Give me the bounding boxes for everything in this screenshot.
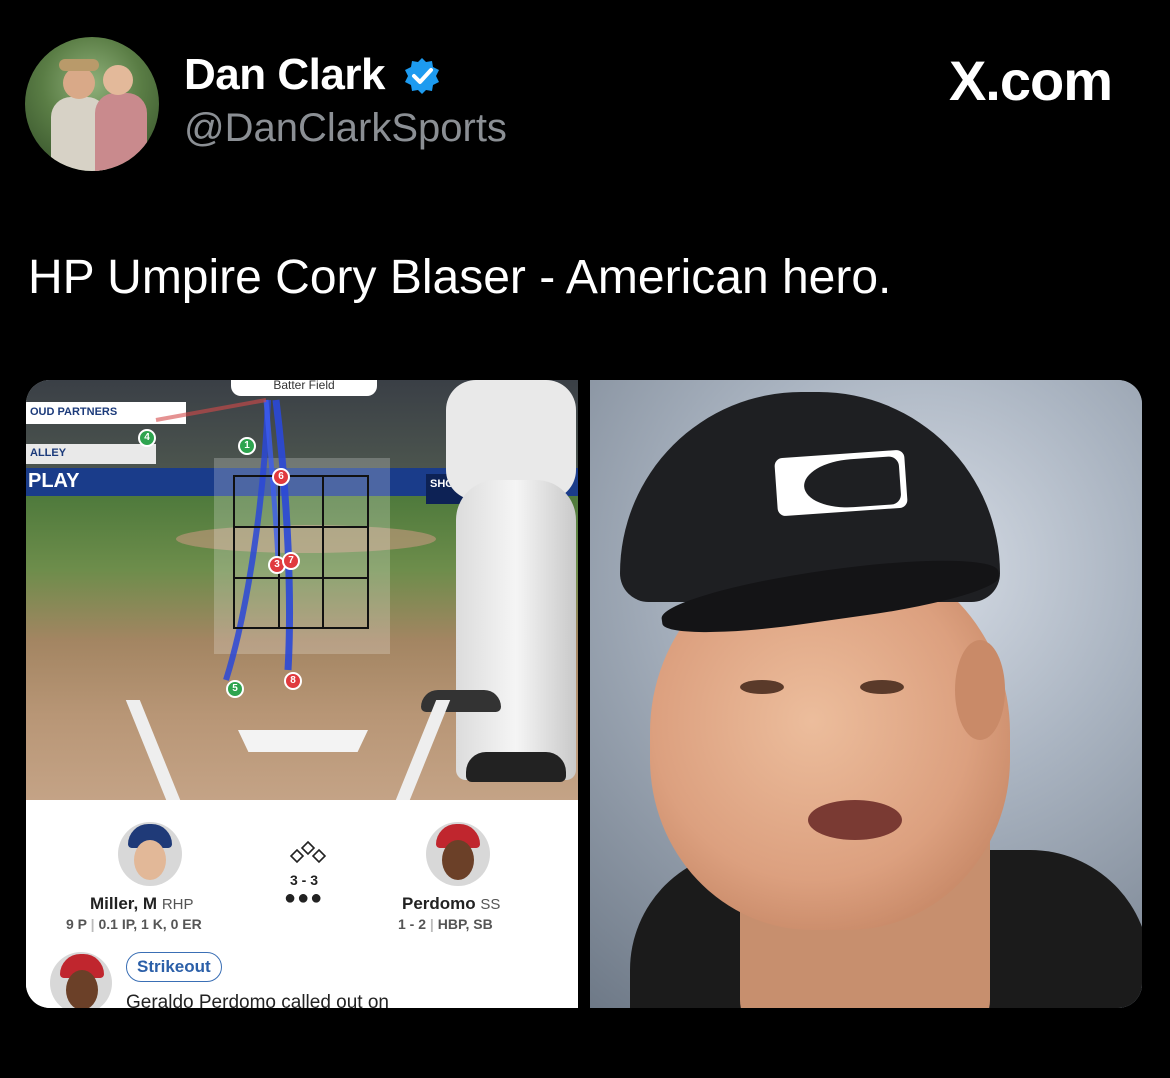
umpire-eye [860, 680, 904, 694]
ballpark-view: OUD PARTNERS ALLEY PLAY SHOW2 Batter Fie… [26, 380, 578, 800]
bases-diamond-icon [289, 840, 327, 864]
media-image-gameday[interactable]: OUD PARTNERS ALLEY PLAY SHOW2 Batter Fie… [26, 380, 578, 1008]
gameday-info-panel: 3 - 3 ●●● Miller, M RHP 9 P | 0.1 IP, 1 … [26, 800, 578, 1008]
display-name[interactable]: Dan Clark [184, 50, 385, 100]
result-badge[interactable]: Strikeout [126, 952, 222, 982]
batter-figure [466, 752, 566, 782]
batter-headshot[interactable] [426, 822, 490, 886]
avatar-figure [103, 65, 133, 95]
tweet-text: HP Umpire Cory Blaser - American hero. [28, 251, 892, 304]
avatar-figure [59, 59, 99, 71]
verified-badge-icon [405, 58, 439, 94]
pitch-marker[interactable]: 7 [282, 552, 300, 570]
pitcher-stats: 9 P | 0.1 IP, 1 K, 0 ER [66, 916, 202, 932]
pitch-marker[interactable]: 5 [226, 680, 244, 698]
mlb-logo-icon [774, 449, 908, 517]
batter-position: SS [480, 896, 501, 913]
pitch-marker[interactable]: 6 [272, 468, 290, 486]
pitcher-headshot[interactable] [118, 822, 182, 886]
brand-watermark: X.com [948, 49, 1113, 112]
umpire-eye [740, 680, 784, 694]
umpire-mouth [808, 800, 902, 840]
pitcher-position: RHP [161, 896, 194, 913]
batter-figure [456, 480, 576, 780]
play-batter-headshot [50, 952, 112, 1008]
umpire-ear [955, 640, 1005, 740]
play-description: Geraldo Perdomo called out on [126, 992, 389, 1008]
outs-indicator: ●●● [284, 887, 324, 909]
avatar-figure [63, 67, 95, 99]
home-plate [238, 730, 368, 752]
batter-stats: 1 - 2 | HBP, SB [398, 916, 493, 932]
pitch-marker[interactable]: 4 [138, 429, 156, 447]
user-handle[interactable]: @DanClarkSports [184, 106, 507, 151]
media-image-umpire[interactable] [590, 380, 1142, 1008]
pitch-marker[interactable]: 1 [238, 437, 256, 455]
ball-strike-count: 3 - 3 [289, 872, 318, 888]
batter-name[interactable]: Perdomo SS [402, 894, 500, 914]
pitcher-name[interactable]: Miller, M RHP [90, 894, 193, 914]
avatar-figure [95, 93, 147, 171]
pitch-marker[interactable]: 8 [284, 672, 302, 690]
profile-avatar[interactable] [25, 37, 159, 171]
